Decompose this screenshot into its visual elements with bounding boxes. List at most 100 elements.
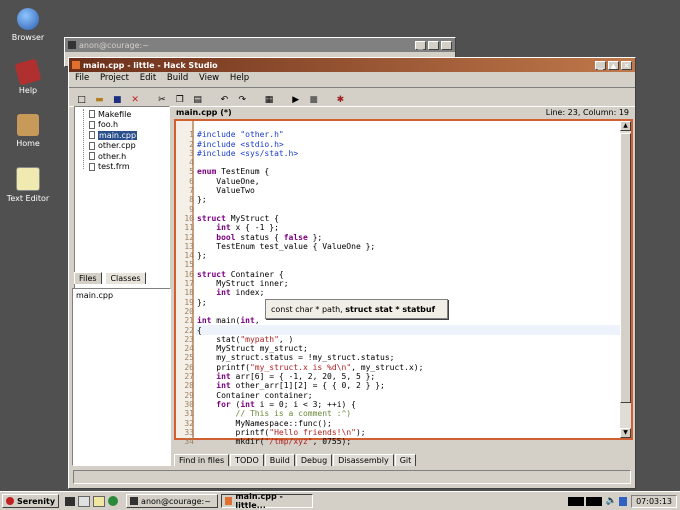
desktop-icon-text-editor[interactable]: Text Editor	[0, 167, 56, 203]
file-tree-label: Makefile	[98, 109, 132, 119]
network-icon[interactable]	[619, 496, 628, 506]
task-label: anon@courage:~	[141, 496, 211, 506]
start-label: Serenity	[17, 496, 56, 506]
debug-icon[interactable]: ✱	[334, 94, 347, 107]
minimize-button[interactable]: ▁	[415, 40, 426, 50]
bottom-tabs: Find in files TODO Build Debug Disassembly Gi…	[174, 454, 417, 466]
memory-graph-icon	[585, 496, 602, 506]
desktop-icon-home[interactable]: Home	[0, 114, 56, 148]
desktop-icon-help[interactable]: Help	[0, 58, 56, 95]
text-editor-icon	[16, 167, 40, 191]
menu-file[interactable]: File	[75, 73, 89, 83]
task-hackstudio[interactable]: main.cpp - little...	[221, 492, 314, 510]
file-manager-icon[interactable]	[78, 495, 91, 507]
tooltip-prefix: const char * path,	[271, 304, 346, 314]
file-tree-item[interactable]: test.frm	[89, 162, 137, 173]
line-number: 21	[184, 316, 194, 326]
scroll-down-button[interactable]: ▼	[620, 428, 631, 438]
desktop-icon-browser[interactable]: Browser	[0, 8, 56, 42]
close-button[interactable]: ✕	[441, 40, 452, 50]
tooltip-param: struct stat * statbuf	[345, 304, 436, 314]
open-file-item[interactable]: main.cpp	[73, 289, 170, 302]
toolbar-separator	[147, 89, 151, 102]
line-number: 34	[184, 437, 194, 447]
toolbar: □ ▬ ■ ✕ ✂ ❐ ▤ ↶ ↷ ▦ ▶ ■ ✱	[69, 87, 635, 107]
audio-icon[interactable]: 🔈	[606, 496, 617, 506]
file-tree-item[interactable]: foo.h	[89, 120, 137, 131]
file-tree-label: foo.h	[98, 120, 119, 130]
vertical-scrollbar[interactable]: ▲ ▼	[620, 121, 631, 438]
file-tree-item[interactable]: other.h	[89, 151, 137, 162]
clock: 07:03:13	[631, 494, 677, 508]
file-tree-item[interactable]: Makefile	[89, 109, 137, 120]
menu-help[interactable]: Help	[230, 73, 249, 83]
tree-line	[83, 109, 85, 169]
undo-icon[interactable]: ↶	[218, 94, 231, 107]
ide-window[interactable]: main.cpp - little - Hack Studio ▁ ▲ ✕ Fi…	[68, 57, 636, 489]
file-tree-label: main.cpp	[98, 130, 138, 140]
tab-build[interactable]: Build	[264, 454, 295, 466]
tab-classes[interactable]: Classes	[105, 272, 146, 284]
file-tree-label: other.h	[98, 151, 127, 161]
cpu-graph-icon	[567, 496, 584, 506]
line-number: 28	[184, 381, 194, 391]
menu-edit[interactable]: Edit	[140, 73, 156, 83]
hackstudio-icon	[72, 61, 80, 69]
line-number: 13	[184, 241, 194, 251]
build-icon[interactable]: ▦	[263, 94, 276, 107]
desktop-icon-label: Browser	[11, 33, 45, 42]
task-terminal[interactable]: anon@courage:~	[126, 494, 219, 508]
redo-icon[interactable]: ↷	[236, 94, 249, 107]
code-text: #include "other.h" #include <stdio.h> #inc…	[197, 130, 424, 447]
terminal-title: anon@courage:~	[79, 40, 149, 50]
line-number: 32	[184, 418, 194, 428]
terminal-titlebar[interactable]: anon@courage:~ ▁ ▲ ✕	[65, 38, 455, 52]
menu-project[interactable]: Project	[100, 73, 129, 83]
copy-icon[interactable]: ❐	[173, 94, 186, 107]
line-number: 8	[189, 195, 194, 205]
menu-build[interactable]: Build	[167, 73, 188, 83]
start-button[interactable]: Serenity	[2, 494, 60, 508]
editor-header: main.cpp (*) Line: 23, Column: 19	[174, 107, 633, 119]
code-editor[interactable]: 1 2 3 4 5 6 7 8 9 10 11 12 13 14 15 16 17 18 19 20 21 22 23 24 2…	[174, 119, 633, 446]
menu-view[interactable]: View	[199, 73, 219, 83]
paste-icon[interactable]: ▤	[191, 94, 204, 107]
file-tree-item[interactable]: other.cpp	[89, 141, 137, 152]
maximize-button[interactable]: ▲	[428, 40, 439, 50]
tab-disassembly[interactable]: Disassembly	[333, 454, 394, 466]
line-number: 12	[184, 232, 194, 242]
stop-icon[interactable]: ■	[307, 94, 320, 107]
line-number: 7	[189, 186, 194, 196]
editor-filename: main.cpp (*)	[176, 108, 232, 117]
file-tree-item[interactable]: main.cpp	[89, 130, 138, 141]
task-label: main.cpp - little...	[235, 492, 283, 510]
file-icon	[89, 152, 95, 161]
scroll-up-button[interactable]: ▲	[620, 121, 631, 131]
tab-debug[interactable]: Debug	[295, 454, 333, 466]
file-tree-label: test.frm	[98, 162, 130, 172]
tab-files[interactable]: Files	[74, 272, 102, 284]
run-icon[interactable]: ▶	[289, 94, 302, 107]
file-icon	[89, 162, 95, 171]
line-number: 1	[189, 130, 194, 140]
text-editor-launcher-icon[interactable]	[93, 495, 106, 507]
close-button[interactable]: ✕	[621, 60, 632, 70]
tab-git[interactable]: Git	[394, 454, 417, 466]
line-number: 16	[184, 269, 194, 279]
tab-find-in-files[interactable]: Find in files	[174, 454, 230, 466]
browser-launcher-icon[interactable]	[108, 496, 119, 506]
line-number: 25	[184, 353, 194, 363]
open-files-list[interactable]: main.cpp	[72, 288, 171, 466]
minimize-button[interactable]: ▁	[595, 60, 606, 70]
line-number: 15	[184, 260, 194, 270]
tab-todo[interactable]: TODO	[230, 454, 264, 466]
ide-titlebar[interactable]: main.cpp - little - Hack Studio ▁ ▲ ✕	[69, 58, 635, 72]
scroll-thumb[interactable]	[620, 133, 631, 403]
line-number: 17	[184, 279, 194, 289]
toolbar-separator	[254, 89, 258, 102]
desktop-icon-label: Home	[16, 139, 40, 148]
statusbar	[73, 470, 631, 484]
terminal-launcher-icon[interactable]	[65, 496, 76, 506]
maximize-button[interactable]: ▲	[608, 60, 619, 70]
home-folder-icon	[17, 114, 39, 136]
